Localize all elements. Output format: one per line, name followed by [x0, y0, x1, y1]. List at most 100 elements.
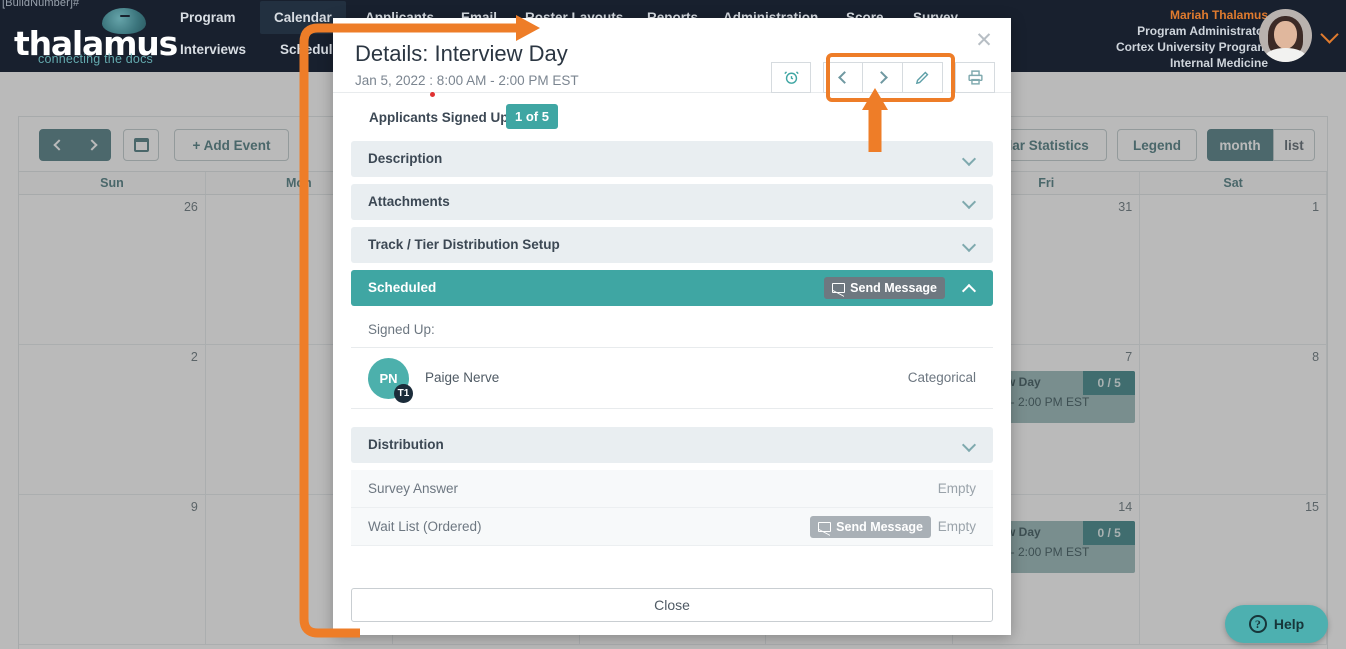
chevron-down-icon [961, 151, 977, 167]
calendar-day-cell[interactable]: 2 [19, 345, 206, 494]
section-label: Track / Tier Distribution Setup [368, 237, 560, 252]
chevron-left-icon [52, 139, 65, 151]
avatar-face [1274, 21, 1297, 49]
row-value: Empty [937, 519, 976, 534]
chevron-up-icon [961, 283, 977, 299]
user-info: Mariah Thalamus Program Administrator Co… [1116, 7, 1268, 71]
help-label: Help [1273, 616, 1305, 632]
calendar-date-number: 14 [1118, 500, 1133, 514]
person-tier-badge: T1 [394, 384, 413, 403]
logo-tagline: connecting the docs [38, 52, 153, 66]
send-message-label: Send Message [850, 281, 937, 295]
app-root: [BuildNumber]# thalamus connecting the d… [0, 0, 1346, 649]
calendar-date-number: 9 [190, 500, 198, 514]
calendar-icon [133, 138, 149, 152]
nav-item-interviews[interactable]: Interviews [180, 42, 246, 57]
printer-icon [967, 70, 983, 85]
calendar-day-cell[interactable]: 1 [1140, 195, 1328, 344]
chevron-right-icon [85, 139, 98, 151]
section-description[interactable]: Description [351, 141, 993, 177]
calendar-date-number: 7 [1125, 350, 1133, 364]
weekday-sun: Sun [19, 172, 206, 194]
applicants-signed-up-badge: 1 of 5 [506, 104, 558, 129]
calendar-date-number: 8 [1312, 350, 1320, 364]
event-signup-count: 0 / 5 [1083, 521, 1136, 545]
calendar-day-cell[interactable]: 9 [19, 495, 206, 644]
event-signup-count: 0 / 5 [1083, 371, 1136, 395]
waitlist-send-message-button[interactable]: Send Message [810, 516, 931, 538]
chevron-down-icon[interactable] [1320, 25, 1339, 44]
calendar-next-button[interactable] [75, 129, 111, 161]
applicants-signed-up-row: Applicants Signed Up: 1 of 5 [333, 93, 1011, 141]
modal-subtitle: Jan 5, 2022 : 8:00 AM - 2:00 PM EST [355, 73, 579, 88]
help-button[interactable]: ? Help [1225, 605, 1328, 643]
alarm-clock-icon [783, 71, 799, 84]
section-distribution[interactable]: Distribution [351, 427, 993, 463]
chevron-left-icon [838, 71, 851, 84]
chevron-down-icon [961, 194, 977, 210]
nav-edit-group [823, 62, 943, 93]
send-message-label: Send Message [836, 520, 923, 534]
question-circle-icon: ? [1248, 615, 1267, 633]
row-label: Wait List (Ordered) [368, 519, 482, 534]
calendar-datepicker-button[interactable] [123, 129, 159, 161]
view-month-button[interactable]: month [1207, 129, 1273, 161]
next-event-button[interactable] [863, 62, 903, 93]
user-role: Program Administrator [1137, 24, 1268, 38]
envelope-icon [832, 283, 846, 293]
modal-header-actions [771, 62, 995, 93]
edit-event-button[interactable] [903, 62, 943, 93]
calendar-day-cell[interactable]: 26 [19, 195, 206, 344]
section-label: Attachments [368, 194, 450, 209]
modal-title: Details: Interview Day [355, 41, 568, 66]
print-group [955, 62, 995, 93]
event-details-modal: Details: Interview Day Jan 5, 2022 : 8:0… [333, 18, 1011, 635]
row-value: Empty [937, 481, 976, 496]
row-label: Survey Answer [368, 481, 459, 496]
calendar-day-cell[interactable]: 8 [1140, 345, 1328, 494]
calendar-date-number: 31 [1118, 200, 1133, 214]
envelope-icon [818, 522, 832, 532]
modal-header: Details: Interview Day Jan 5, 2022 : 8:0… [333, 18, 1011, 102]
signed-up-caption: Signed Up: [351, 313, 993, 347]
chevron-down-icon [961, 437, 977, 453]
scheduled-send-message-button[interactable]: Send Message [824, 277, 945, 299]
section-label: Distribution [368, 437, 444, 452]
section-scheduled[interactable]: Scheduled Send Message [351, 270, 993, 306]
person-name: Paige Nerve [425, 370, 500, 385]
calendar-date-number: 15 [1305, 500, 1320, 514]
calendar-date-number: 1 [1312, 200, 1320, 214]
scheduled-person-row[interactable]: PN T1 Paige Nerve Categorical [351, 347, 993, 409]
avatar-body [1265, 48, 1306, 62]
nav-item-program[interactable]: Program [180, 10, 236, 25]
legend-button[interactable]: Legend [1117, 129, 1197, 161]
calendar-date-number: 2 [190, 350, 198, 364]
person-track: Categorical [907, 370, 976, 385]
close-icon[interactable]: ✕ [973, 30, 995, 52]
row-survey-answer: Survey Answer Empty [351, 470, 993, 508]
signed-up-caption-label: Signed Up: [368, 322, 435, 337]
close-button[interactable]: Close [351, 588, 993, 622]
applicants-signed-up-label: Applicants Signed Up: [369, 110, 514, 125]
previous-event-button[interactable] [823, 62, 863, 93]
section-track-tier-distribution-setup[interactable]: Track / Tier Distribution Setup [351, 227, 993, 263]
reminder-button[interactable] [771, 62, 811, 93]
reminder-group [771, 62, 811, 93]
user-name: Mariah Thalamus [1169, 8, 1268, 22]
calendar-prev-button[interactable] [39, 129, 75, 161]
chevron-right-icon [874, 71, 888, 84]
view-list-button[interactable]: list [1273, 129, 1315, 161]
pencil-icon [915, 71, 929, 85]
row-wait-list: Wait List (Ordered) Send Message Empty [351, 508, 993, 546]
section-attachments[interactable]: Attachments [351, 184, 993, 220]
avatar[interactable] [1259, 9, 1312, 62]
user-program: Cortex University Program [1115, 40, 1268, 54]
print-button[interactable] [955, 62, 995, 93]
chevron-down-icon [961, 237, 977, 253]
add-event-button[interactable]: + Add Event [174, 129, 289, 161]
thalamus-logo[interactable]: thalamus connecting the docs [14, 8, 178, 66]
modal-body: Description Attachments Track / Tier Dis… [333, 141, 1011, 635]
section-label: Scheduled [368, 280, 437, 295]
user-department: Internal Medicine [1169, 56, 1268, 70]
weekday-sat: Sat [1140, 172, 1328, 194]
